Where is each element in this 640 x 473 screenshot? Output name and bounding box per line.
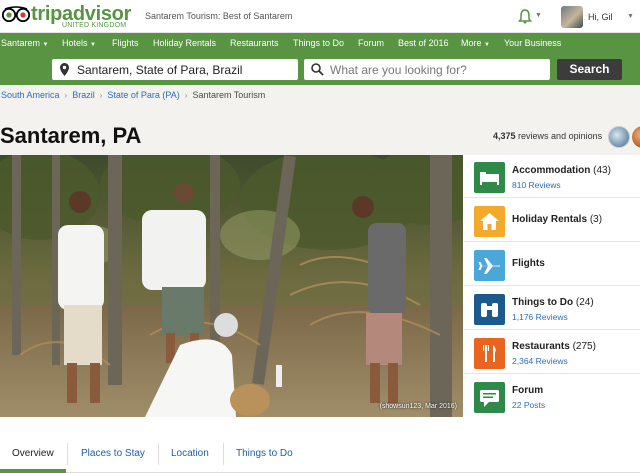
sidebar-item-label: Forum (512, 385, 544, 396)
nav-item-more[interactable]: More ▼ (461, 38, 490, 48)
tab-overview[interactable]: Overview (12, 448, 54, 459)
nav-item-santarem[interactable]: Santarem ▼ (1, 38, 49, 48)
chevron-down-icon: ▼ (484, 42, 490, 48)
nav-item-your-business[interactable]: Your Business (504, 38, 561, 48)
sidebar-item-accommodation[interactable]: Accommodation (43) 810 Reviews (464, 155, 640, 198)
search-placeholder: What are you looking for? (330, 63, 467, 77)
main-nav: Santarem ▼ Hotels ▼ Flights Holiday Rent… (0, 33, 640, 53)
traveler-photo-thumbnail[interactable] (608, 126, 630, 148)
tab-divider (158, 443, 159, 465)
sidebar-item-posts[interactable]: 22 Posts (512, 400, 545, 410)
house-icon (474, 206, 505, 237)
breadcrumb-brazil[interactable]: Brazil (72, 90, 95, 100)
category-sidebar: Accommodation (43) 810 Reviews Holiday R… (464, 155, 640, 418)
reviews-label: reviews and opinions (518, 131, 603, 141)
tab-places-to-stay[interactable]: Places to Stay (81, 448, 145, 459)
nav-item-restaurants[interactable]: Restaurants (230, 38, 279, 48)
breadcrumb-state-of-para[interactable]: State of Para (PA) (107, 90, 179, 100)
sidebar-item-things-to-do[interactable]: Things to Do (24) 1,176 Reviews (464, 287, 640, 330)
user-menu-chevron-down-icon[interactable]: ▼ (627, 13, 634, 20)
sidebar-item-label: Things to Do (24) (512, 297, 594, 308)
logo-region: UNITED KINGDOM (62, 22, 127, 29)
location-value: Santarem, State of Para, Brazil (77, 63, 243, 77)
location-input[interactable]: Santarem, State of Para, Brazil (52, 59, 298, 80)
search-input[interactable]: What are you looking for? (304, 59, 550, 80)
sidebar-item-holiday-rentals[interactable]: Holiday Rentals (3) (464, 199, 640, 242)
cutlery-icon (474, 338, 505, 369)
search-icon (311, 63, 324, 76)
notifications-chevron-down-icon[interactable]: ▼ (535, 12, 542, 19)
sidebar-item-restaurants[interactable]: Restaurants (275) 2,364 Reviews (464, 331, 640, 374)
reviews-count: 4,375 (493, 131, 516, 141)
sidebar-item-label: Holiday Rentals (3) (512, 214, 603, 225)
breadcrumb-south-america[interactable]: South America (1, 90, 60, 100)
reviews-summary[interactable]: 4,375 reviews and opinions (493, 131, 602, 141)
nav-item-best-of-2016[interactable]: Best of 2016 (398, 38, 449, 48)
page-title: Santarem, PA (0, 123, 142, 148)
sidebar-item-reviews[interactable]: 2,364 Reviews (512, 356, 568, 366)
nav-item-forum[interactable]: Forum (358, 38, 384, 48)
sidebar-item-label: Flights (512, 258, 545, 269)
map-pin-icon (60, 63, 69, 76)
avatar[interactable] (561, 6, 583, 28)
sidebar-item-reviews[interactable]: 810 Reviews (512, 180, 561, 190)
breadcrumb-chevron-icon: › (184, 91, 188, 100)
chevron-down-icon: ▼ (90, 42, 96, 48)
active-tab-indicator (0, 469, 66, 473)
nav-item-hotels[interactable]: Hotels ▼ (62, 38, 96, 48)
tripadvisor-logo[interactable]: tripadvisor UNITED KINGDOM (2, 3, 131, 30)
sidebar-item-label: Restaurants (275) (512, 341, 596, 352)
page-heading: Santarem Tourism: Best of Santarem (145, 11, 293, 21)
tab-divider (223, 443, 224, 465)
user-greeting[interactable]: Hi, Gil (588, 12, 613, 22)
photo-credit: (showsun123, Mar 2016) (379, 403, 457, 410)
tab-location[interactable]: Location (171, 448, 209, 459)
breadcrumb-chevron-icon: › (64, 91, 68, 100)
nav-item-holiday-rentals[interactable]: Holiday Rentals (153, 38, 216, 48)
notification-bell-icon[interactable] (518, 9, 532, 24)
search-button[interactable]: Search (557, 59, 622, 80)
top-bar: tripadvisor UNITED KINGDOM Santarem Tour… (0, 0, 640, 33)
plane-icon (474, 250, 505, 281)
sidebar-item-reviews[interactable]: 1,176 Reviews (512, 312, 568, 322)
chevron-down-icon: ▼ (42, 42, 49, 48)
nav-item-things-to-do[interactable]: Things to Do (293, 38, 344, 48)
breadcrumb-current: Santarem Tourism (192, 90, 266, 100)
tab-things-to-do[interactable]: Things to Do (236, 448, 293, 459)
sidebar-item-forum[interactable]: Forum 22 Posts (464, 375, 640, 418)
binoculars-icon (474, 294, 505, 325)
owl-icon (2, 6, 30, 22)
location-tabs: Overview Places to Stay Location Things … (0, 417, 640, 473)
sidebar-item-label: Accommodation (43) (512, 165, 611, 176)
nav-item-flights[interactable]: Flights (112, 38, 139, 48)
hero-photo-image (0, 155, 463, 417)
breadcrumb: South America › Brazil › State of Para (PA) ›… (1, 90, 265, 100)
bed-icon (474, 162, 505, 193)
speech-bubble-icon (474, 382, 505, 413)
search-bar: Santarem, State of Para, Brazil What are… (0, 53, 640, 85)
tab-divider (67, 443, 68, 465)
sidebar-item-flights[interactable]: Flights (464, 243, 640, 286)
hero-photo[interactable]: (showsun123, Mar 2016) (0, 155, 463, 417)
breadcrumb-chevron-icon: › (99, 91, 103, 100)
